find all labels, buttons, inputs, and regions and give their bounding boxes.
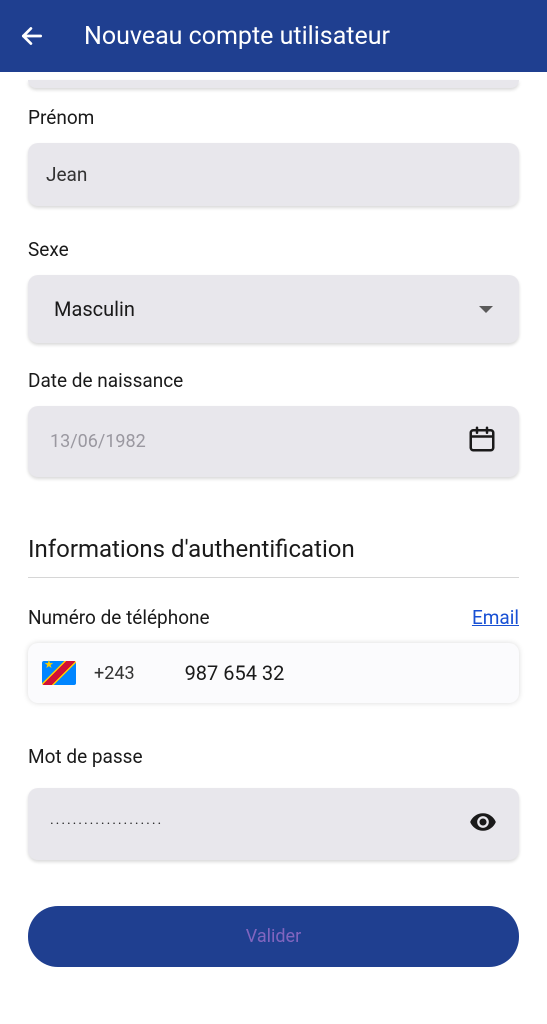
firstname-input[interactable] [28,143,519,206]
phone-input[interactable]: +243 987 654 32 [28,643,519,703]
page-title: Nouveau compte utilisateur [84,22,390,51]
submit-button[interactable]: Valider [28,906,519,967]
dob-input[interactable]: 13/06/1982 [28,406,519,477]
back-arrow-icon[interactable] [18,22,46,50]
firstname-label: Prénom [28,106,519,129]
country-code: +243 [94,663,135,684]
dob-placeholder: 13/06/1982 [50,431,146,452]
phone-label-row: Numéro de téléphone Email [28,606,519,629]
eye-icon[interactable] [469,808,497,840]
gender-label: Sexe [28,238,519,261]
phone-number-value: 987 654 32 [185,661,285,685]
previous-field-edge [28,80,519,88]
password-masked-value: ···················· [50,816,163,832]
phone-label: Numéro de téléphone [28,606,210,629]
email-link[interactable]: Email [472,606,519,629]
calendar-icon [467,424,497,459]
chevron-down-icon [479,306,493,313]
dob-label: Date de naissance [28,369,519,392]
gender-value: Masculin [54,297,135,321]
gender-select[interactable]: Masculin [28,275,519,343]
auth-section-title: Informations d'authentification [28,535,519,563]
password-label: Mot de passe [28,745,519,768]
section-divider [28,577,519,578]
form-content: Prénom Sexe Masculin Date de naissance 1… [0,72,547,967]
app-header: Nouveau compte utilisateur [0,0,547,72]
country-flag-icon[interactable] [42,661,76,685]
password-input[interactable]: ···················· [28,788,519,860]
